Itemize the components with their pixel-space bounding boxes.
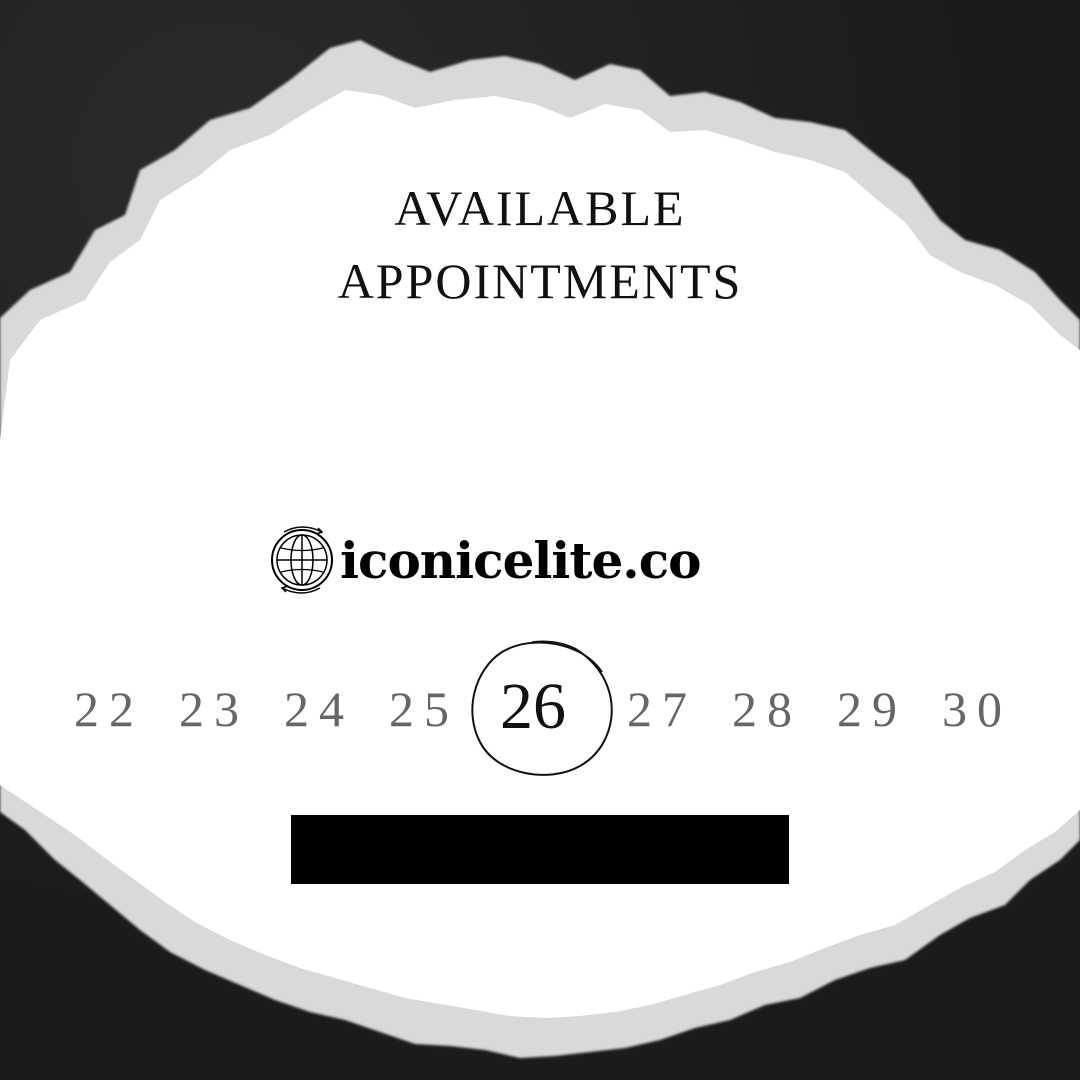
date-30[interactable]: 30 [942,684,1012,734]
date-24[interactable]: 24 [284,684,354,734]
redaction-bar [291,815,789,884]
date-29[interactable]: 29 [837,684,907,734]
date-26-selected[interactable]: 26 [500,674,566,740]
date-22[interactable]: 22 [74,684,144,734]
date-25[interactable]: 25 [389,684,459,734]
date-picker-strip: 22 23 24 25 26 27 28 29 30 [0,0,1080,1080]
date-28[interactable]: 28 [732,684,802,734]
date-27[interactable]: 27 [627,684,697,734]
date-23[interactable]: 23 [179,684,249,734]
